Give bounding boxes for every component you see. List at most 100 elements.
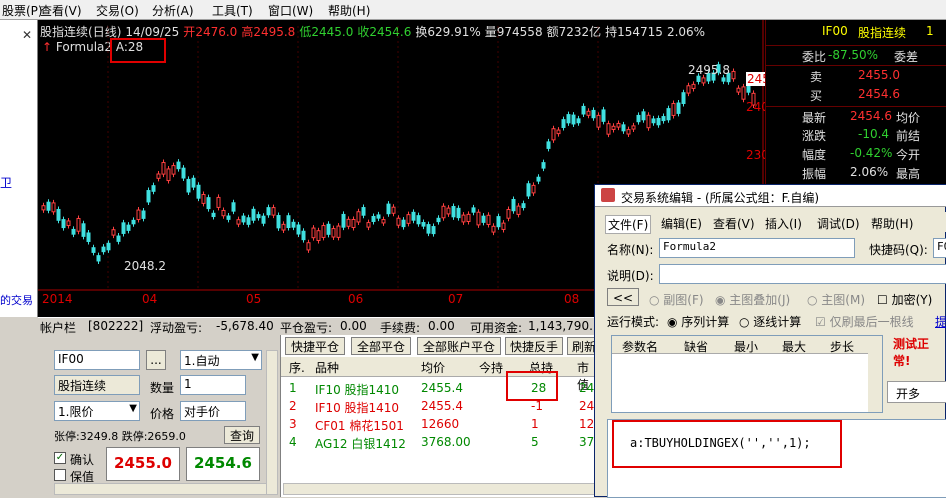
fee-value: 0.00 <box>428 319 455 333</box>
sell-price[interactable]: 2455.0 <box>858 68 900 82</box>
horizontal-scrollbar[interactable] <box>54 483 268 495</box>
encrypt-label: 加密(Y) <box>891 293 933 307</box>
prev-settle-label: 前结 <box>896 129 921 143</box>
param-scrollbar[interactable] <box>868 336 882 412</box>
menu-analysis[interactable]: 分析(A) <box>152 2 194 19</box>
table-row[interactable]: 3 CF01 棉花1501 12660 1 12 <box>281 415 599 433</box>
col-avg[interactable]: 均价 <box>421 359 445 376</box>
today-open-label: 今开 <box>896 148 921 162</box>
cell-mv: 12 <box>579 417 595 431</box>
code-input[interactable]: IF00 <box>54 350 140 370</box>
param-col-default: 缺省 <box>684 340 709 354</box>
menu-view[interactable]: 查看(V) <box>40 2 82 19</box>
menu-stock[interactable]: 股票(P) <box>2 2 43 19</box>
close-icon[interactable]: ✕ <box>22 28 34 42</box>
left-link-1[interactable]: 卫 <box>0 174 12 191</box>
tab-open-long[interactable]: 开多 <box>887 381 946 403</box>
dlg-menu-insert[interactable]: 插入(I) <box>765 215 802 232</box>
cell-total: 5 <box>531 435 539 449</box>
cell-name: IF10 股指1410 <box>315 401 400 415</box>
radio-subchart-label: 副图(F) <box>663 293 704 307</box>
param-col-step: 步长 <box>830 340 855 354</box>
sell-button[interactable]: 2455.0 <box>106 447 180 481</box>
dialog-titlebar[interactable]: 交易系统编辑 - (所属公式组：F.自编) <box>595 185 946 207</box>
amp-label: 振幅 <box>802 167 827 181</box>
cell-mv: 24 <box>579 399 595 413</box>
ratio-label: 委比 <box>802 50 827 64</box>
sell-label: 卖 <box>810 70 823 84</box>
radio-overlay-label: 主图叠加(J) <box>729 293 791 307</box>
reserve-checkbox[interactable] <box>54 469 66 481</box>
last-only-checkbox[interactable]: ☑ 仅刷最后一根线 <box>815 313 914 330</box>
close-all-accounts-button[interactable]: 全部账户平仓 <box>417 337 501 355</box>
confirm-label: 确认 <box>70 453 95 467</box>
query-button[interactable]: 查询 <box>224 426 260 444</box>
buy-price[interactable]: 2454.6 <box>858 87 900 101</box>
highlight-formula-value <box>110 38 166 63</box>
high-label-q: 最高 <box>896 167 921 181</box>
ratio-value: -87.50% <box>828 48 879 62</box>
confirm-checkbox[interactable]: ✓ <box>54 452 66 464</box>
menu-tools[interactable]: 工具(T) <box>212 2 253 19</box>
change-value: -10.4 <box>858 127 890 141</box>
pct-value: -0.42% <box>850 146 893 160</box>
quick-reverse-button[interactable]: 快捷反手 <box>505 337 563 355</box>
price-type-select[interactable]: 1.限价 ▼ <box>54 401 140 421</box>
cell-mv: 24 <box>579 381 595 395</box>
chevron-down-icon[interactable]: ▼ <box>251 352 259 363</box>
close-all-button[interactable]: 全部平仓 <box>351 337 411 355</box>
col-no[interactable]: 序. <box>289 359 305 376</box>
table-row[interactable]: 4 AG12 白银1412 3768.00 5 37 <box>281 433 599 451</box>
col-name[interactable]: 品种 <box>315 359 339 376</box>
extra-link[interactable]: 提 <box>935 313 946 330</box>
menu-help[interactable]: 帮助(H) <box>328 2 370 19</box>
radio-subchart[interactable]: ○ 副图(F) <box>649 291 704 308</box>
app-icon <box>601 188 615 202</box>
dlg-menu-edit[interactable]: 编辑(E) <box>661 215 702 232</box>
radio-overlay[interactable]: ◉ 主图叠加(J) <box>715 291 790 308</box>
qty-input[interactable]: 1 <box>180 375 246 395</box>
desc-input[interactable] <box>659 264 946 284</box>
vertical-scrollbar[interactable] <box>266 350 278 495</box>
quick-close-button[interactable]: 快捷平仓 <box>285 337 345 355</box>
radio-bar[interactable]: ○ 逐线计算 <box>739 313 801 330</box>
cell-mv: 37 <box>579 435 595 449</box>
left-link-2[interactable]: 的交易 <box>0 292 33 308</box>
dlg-menu-debug[interactable]: 调试(D) <box>817 215 860 232</box>
qty-label: 数量 <box>150 381 175 395</box>
col-today[interactable]: 今持 <box>479 359 503 376</box>
dlg-menu-file[interactable]: 文件(F) <box>605 215 652 234</box>
dlg-menu-help[interactable]: 帮助(H) <box>871 215 913 232</box>
cell-name: CF01 棉花1501 <box>315 419 404 433</box>
price-input[interactable]: 对手价 <box>180 401 246 421</box>
quote-name: 股指连续 <box>858 26 907 40</box>
dlg-menu-view[interactable]: 查看(V) <box>713 215 755 232</box>
x-label-05: 05 <box>246 292 262 306</box>
last-only-label: 仅刷最后一根线 <box>829 315 914 329</box>
mode-select[interactable]: 1.自动 ▼ <box>180 350 262 370</box>
pct-label: 幅度 <box>802 148 827 162</box>
account-id[interactable]: [802222] <box>88 319 143 333</box>
encrypt-checkbox[interactable]: ☐ 加密(Y) <box>877 291 932 308</box>
code-lookup-button[interactable]: ... <box>146 350 166 370</box>
dialog-title: 交易系统编辑 - (所属公式组：F.自编) <box>621 191 820 205</box>
buy-button[interactable]: 2454.6 <box>186 447 260 481</box>
cell-name: AG12 白银1412 <box>315 437 406 451</box>
chevron-down-icon[interactable]: ▼ <box>129 403 137 414</box>
account-title: 帐户栏 <box>40 321 77 335</box>
menu-window[interactable]: 窗口(W) <box>268 2 313 19</box>
hotkey-label: 快捷码(Q): <box>869 243 928 257</box>
hotkey-input[interactable]: F0 <box>933 238 946 258</box>
cell-avg: 3768.00 <box>421 435 471 449</box>
radio-sequence[interactable]: ◉ 序列计算 <box>667 313 729 330</box>
avail-value: 1,143,790. <box>528 319 593 333</box>
left-pane: ✕ 卫 的交易 <box>0 20 38 317</box>
name-label: 名称(N): <box>607 243 654 257</box>
cell-avg: 12660 <box>421 417 460 431</box>
menu-trade[interactable]: 交易(O) <box>96 2 139 19</box>
collapse-button[interactable]: << <box>607 288 639 306</box>
horizontal-scrollbar[interactable] <box>283 483 597 495</box>
radio-mainchart-label: 主图(M) <box>821 293 866 307</box>
radio-mainchart[interactable]: ○ 主图(M) <box>807 291 865 308</box>
formula-name-input[interactable]: Formula2 <box>659 238 855 258</box>
